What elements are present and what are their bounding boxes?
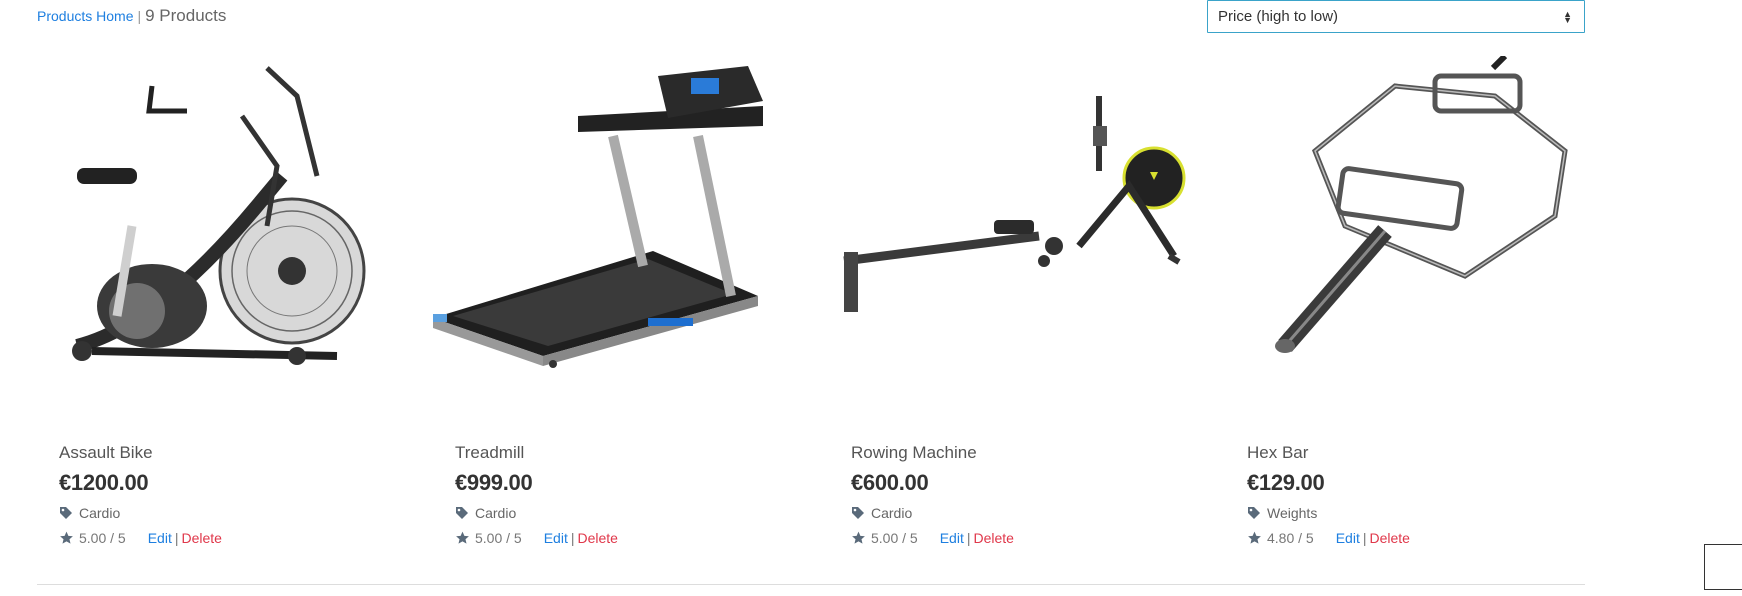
star-icon [1248,531,1261,544]
product-meta: 5.00 / 5 Edit | Delete [59,529,429,547]
product-category[interactable]: Cardio [851,504,1221,522]
star-icon [852,531,865,544]
delete-link[interactable]: Delete [973,530,1013,546]
product-card: Treadmill €999.00 Cardio 5.00 / 5 Edit |… [433,56,829,556]
product-image[interactable] [433,56,829,426]
product-meta: 4.80 / 5 Edit | Delete [1247,529,1617,547]
product-name[interactable]: Hex Bar [1247,440,1617,466]
link-separator: | [174,530,179,546]
product-card: Assault Bike €1200.00 Cardio 5.00 / 5 Ed… [37,56,433,556]
star-icon [456,531,469,544]
product-card: Hex Bar €129.00 Weights 4.80 / 5 Edit | … [1225,53,1621,556]
product-price: €600.00 [851,470,929,495]
rating-value: 5.00 / 5 [79,530,126,546]
link-separator: | [1362,530,1367,546]
product-name[interactable]: Treadmill [455,440,825,466]
category-label: Cardio [475,505,517,521]
product-category[interactable]: Weights [1247,504,1617,522]
rowing-machine-image [843,96,1186,312]
edit-link[interactable]: Edit [544,530,568,546]
delete-link[interactable]: Delete [181,530,221,546]
product-price: €1200.00 [59,470,149,495]
rating-value: 5.00 / 5 [475,530,522,546]
product-name[interactable]: Rowing Machine [851,440,1221,466]
delete-link[interactable]: Delete [577,530,617,546]
link-separator: | [966,530,971,546]
product-meta: 5.00 / 5 Edit | Delete [455,529,825,547]
divider [37,584,1585,585]
edit-link[interactable]: Edit [1336,530,1360,546]
sort-selected-value: Price (high to low) [1218,8,1339,25]
product-category[interactable]: Cardio [59,504,429,522]
product-name[interactable]: Assault Bike [59,440,429,466]
select-arrows-icon: ▲ ▼ [1563,8,1572,25]
hex-bar-image [1275,53,1568,353]
link-separator: | [570,530,575,546]
product-category[interactable]: Cardio [455,504,825,522]
sort-select[interactable]: Price (high to low) ▲ ▼ [1207,0,1585,33]
air-bike-image [72,66,366,365]
product-meta: 5.00 / 5 Edit | Delete [851,529,1221,547]
breadcrumb: Products Home | 9 Products [37,6,226,26]
category-label: Cardio [79,505,121,521]
treadmill-image [433,66,763,368]
edit-link[interactable]: Edit [148,530,172,546]
product-count: 9 Products [145,6,227,25]
rating-value: 5.00 / 5 [871,530,918,546]
tag-icon [1248,507,1260,519]
tag-icon [852,507,864,519]
category-label: Weights [1267,505,1318,521]
category-label: Cardio [871,505,913,521]
product-card: Rowing Machine €600.00 Cardio 5.00 / 5 E… [829,56,1225,556]
breadcrumb-separator: | [137,8,142,24]
products-home-link[interactable]: Products Home [37,8,133,24]
edit-link[interactable]: Edit [940,530,964,546]
back-to-top-button[interactable] [1704,544,1742,590]
star-icon [60,531,73,544]
product-price: €999.00 [455,470,533,495]
tag-icon [60,507,72,519]
rating-value: 4.80 / 5 [1267,530,1314,546]
product-image[interactable] [829,56,1225,426]
product-image[interactable] [37,56,433,426]
product-price: €129.00 [1247,470,1325,495]
product-image[interactable] [1225,53,1621,426]
tag-icon [456,507,468,519]
delete-link[interactable]: Delete [1369,530,1409,546]
